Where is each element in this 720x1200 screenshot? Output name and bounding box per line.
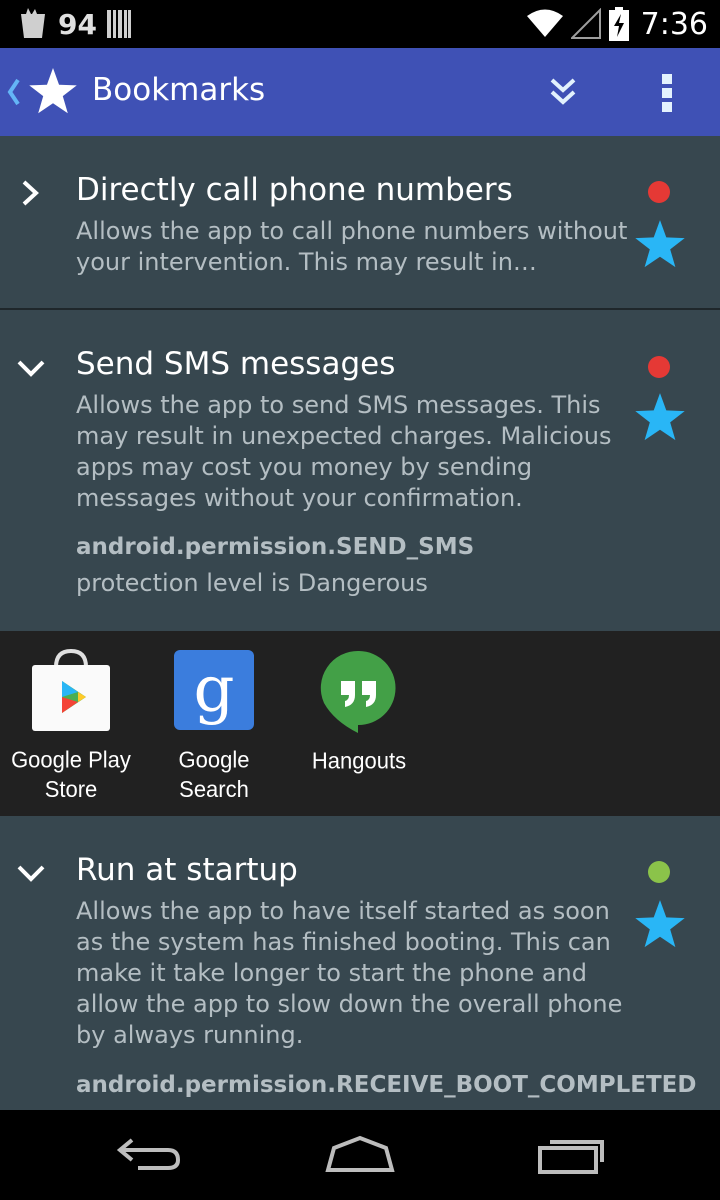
permission-item-run-at-startup[interactable]: Run at startup Allows the app to have it…	[0, 816, 720, 1110]
home-icon[interactable]	[324, 1134, 396, 1174]
danger-indicator-dot	[648, 356, 670, 378]
page-title: Bookmarks	[92, 72, 266, 108]
app-google-play-store[interactable]: Google Play Store	[6, 645, 136, 803]
bookmark-star-icon[interactable]	[634, 220, 686, 270]
permission-title: Send SMS messages	[76, 346, 396, 382]
permission-identifier: android.permission.RECEIVE_BOOT_COMPLETE…	[76, 1072, 697, 1098]
bookmarks-star-icon[interactable]	[28, 68, 78, 116]
permission-identifier: android.permission.SEND_SMS	[76, 534, 475, 560]
status-bar: 94 7:36	[0, 0, 720, 48]
up-chevron-icon[interactable]	[6, 76, 22, 108]
app-label: Google Search	[178, 746, 250, 803]
bookmark-star-icon[interactable]	[634, 393, 686, 443]
app-hangouts[interactable]: Hangouts	[294, 645, 424, 775]
permission-title: Directly call phone numbers	[76, 172, 513, 208]
collapse-all-icon[interactable]	[546, 74, 580, 108]
bookmark-star-icon[interactable]	[634, 900, 686, 950]
wifi-icon	[526, 9, 563, 37]
cell-signal-icon	[570, 8, 601, 39]
safe-indicator-dot	[648, 861, 670, 883]
battery-charging-icon	[608, 7, 629, 41]
permission-item-call-phone[interactable]: Directly call phone numbers Allows the a…	[0, 136, 720, 308]
recent-apps-icon[interactable]	[536, 1134, 608, 1176]
permission-description: Allows the app to send SMS messages. Thi…	[76, 391, 612, 512]
overflow-menu-icon[interactable]	[660, 70, 674, 114]
action-bar: Bookmarks	[0, 48, 720, 136]
permission-description: Allows the app to call phone numbers wit…	[76, 217, 628, 276]
notification-count: 94	[58, 7, 97, 41]
chevron-down-icon[interactable]	[16, 859, 46, 889]
navigation-bar	[0, 1110, 720, 1200]
hangouts-icon	[320, 650, 396, 733]
barcode-notification-icon	[106, 10, 131, 38]
play-store-icon	[32, 648, 110, 731]
danger-indicator-dot	[648, 181, 670, 203]
svg-text:g: g	[194, 653, 235, 727]
app-google-search[interactable]: g Google Search	[149, 645, 279, 803]
cup-notification-icon	[21, 8, 45, 38]
google-search-icon: g	[174, 650, 254, 730]
back-icon[interactable]	[114, 1134, 184, 1174]
permission-description: Allows the app to have itself started as…	[76, 897, 623, 1049]
permission-title: Run at startup	[76, 852, 298, 888]
app-label: Hangouts	[311, 747, 407, 774]
apps-using-permission: Google Play Store g Google Search Hangou…	[0, 631, 720, 816]
protection-level: protection level is Dangerous	[76, 569, 428, 597]
chevron-down-icon[interactable]	[16, 354, 46, 384]
app-label: Google Play Store	[11, 746, 131, 803]
chevron-right-icon[interactable]	[16, 178, 46, 208]
clock: 7:36	[640, 6, 708, 42]
permission-item-send-sms[interactable]: Send SMS messages Allows the app to send…	[0, 310, 720, 631]
